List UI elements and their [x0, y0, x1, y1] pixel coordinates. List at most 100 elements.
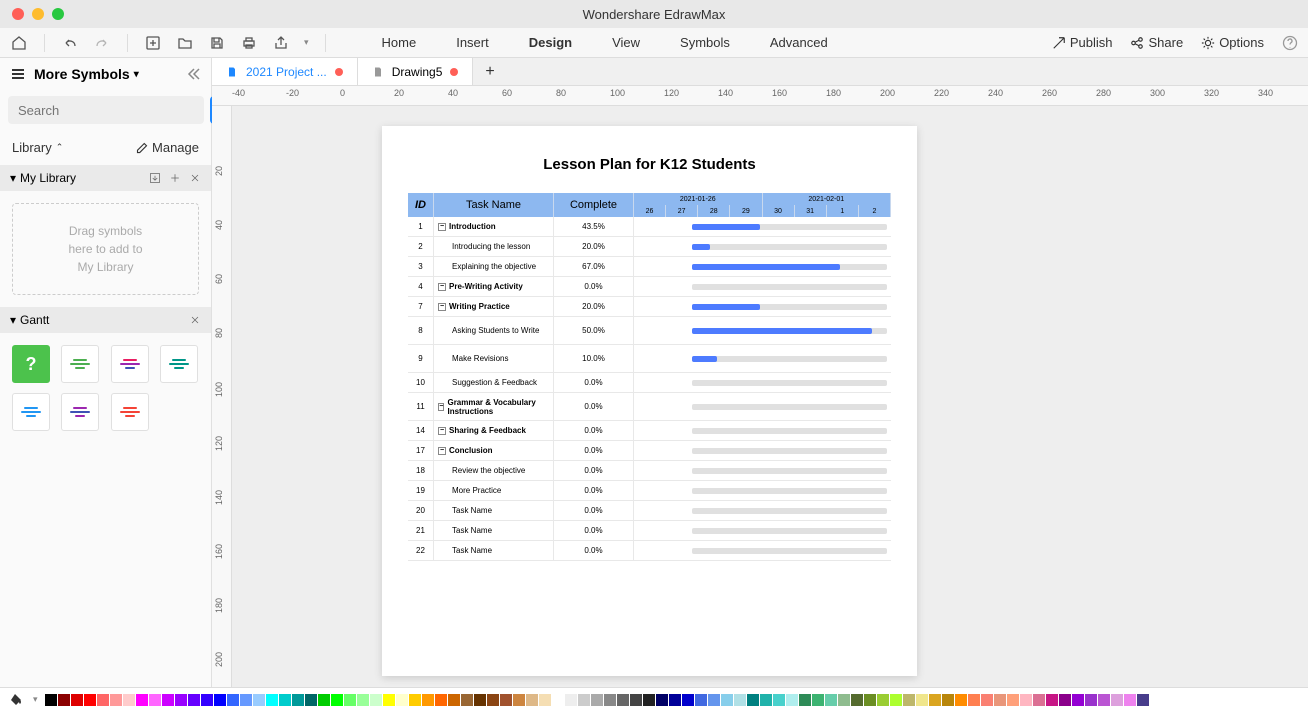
gantt-row[interactable]: 7−Writing Practice20.0%: [408, 297, 891, 317]
color-swatch[interactable]: [266, 694, 278, 706]
color-swatch[interactable]: [240, 694, 252, 706]
redo-icon[interactable]: [93, 34, 111, 52]
color-swatch[interactable]: [643, 694, 655, 706]
color-swatch[interactable]: [214, 694, 226, 706]
expand-icon[interactable]: −: [438, 283, 446, 291]
color-swatch[interactable]: [97, 694, 109, 706]
gantt-shape[interactable]: [61, 345, 99, 383]
color-swatch[interactable]: [773, 694, 785, 706]
color-swatch[interactable]: [1059, 694, 1071, 706]
gantt-row[interactable]: 4−Pre-Writing Activity0.0%: [408, 277, 891, 297]
color-dropdown[interactable]: ▾: [33, 694, 38, 705]
color-swatch[interactable]: [682, 694, 694, 706]
manage-button[interactable]: Manage: [136, 140, 199, 155]
color-swatch[interactable]: [591, 694, 603, 706]
color-swatch[interactable]: [669, 694, 681, 706]
home-icon[interactable]: [10, 34, 28, 52]
color-swatch[interactable]: [422, 694, 434, 706]
color-swatch[interactable]: [578, 694, 590, 706]
gantt-row[interactable]: 22Task Name0.0%: [408, 541, 891, 561]
color-swatch[interactable]: [890, 694, 902, 706]
gantt-shape[interactable]: [160, 345, 198, 383]
color-swatch[interactable]: [227, 694, 239, 706]
gantt-row[interactable]: 2Introducing the lesson20.0%: [408, 237, 891, 257]
gantt-row[interactable]: 8Asking Students to Write50.0%: [408, 317, 891, 345]
color-swatch[interactable]: [877, 694, 889, 706]
canvas[interactable]: Lesson Plan for K12 Students ID Task Nam…: [232, 106, 1308, 687]
print-icon[interactable]: [240, 34, 258, 52]
color-swatch[interactable]: [513, 694, 525, 706]
sidebar-title[interactable]: More Symbols ▾: [34, 66, 177, 82]
color-swatch[interactable]: [981, 694, 993, 706]
color-swatch[interactable]: [1124, 694, 1136, 706]
color-swatch[interactable]: [1020, 694, 1032, 706]
export-dropdown[interactable]: ▾: [304, 37, 309, 48]
color-swatch[interactable]: [136, 694, 148, 706]
color-swatch[interactable]: [552, 694, 564, 706]
color-swatch[interactable]: [1046, 694, 1058, 706]
color-swatch[interactable]: [656, 694, 668, 706]
color-swatch[interactable]: [786, 694, 798, 706]
color-swatch[interactable]: [994, 694, 1006, 706]
color-swatch[interactable]: [292, 694, 304, 706]
color-swatch[interactable]: [539, 694, 551, 706]
color-swatch[interactable]: [110, 694, 122, 706]
options-button[interactable]: Options: [1201, 35, 1264, 50]
color-swatch[interactable]: [955, 694, 967, 706]
color-swatch[interactable]: [1137, 694, 1149, 706]
search-input[interactable]: [8, 96, 204, 124]
color-swatch[interactable]: [851, 694, 863, 706]
color-swatch[interactable]: [1085, 694, 1097, 706]
color-swatch[interactable]: [448, 694, 460, 706]
gantt-row[interactable]: 18Review the objective0.0%: [408, 461, 891, 481]
expand-icon[interactable]: −: [438, 223, 446, 231]
color-swatch[interactable]: [149, 694, 161, 706]
color-swatch[interactable]: [474, 694, 486, 706]
color-swatch[interactable]: [344, 694, 356, 706]
menu-tab-insert[interactable]: Insert: [456, 35, 489, 50]
add-tab-button[interactable]: +: [473, 58, 506, 85]
color-swatch[interactable]: [799, 694, 811, 706]
gantt-row[interactable]: 9Make Revisions10.0%: [408, 345, 891, 373]
color-swatch[interactable]: [838, 694, 850, 706]
gantt-section-header[interactable]: ▾Gantt: [0, 307, 211, 333]
export-icon[interactable]: [272, 34, 290, 52]
color-swatch[interactable]: [435, 694, 447, 706]
gantt-shape[interactable]: [111, 393, 149, 431]
color-swatch[interactable]: [1072, 694, 1084, 706]
publish-button[interactable]: Publish: [1052, 35, 1113, 50]
color-swatch[interactable]: [526, 694, 538, 706]
gantt-shape[interactable]: [61, 393, 99, 431]
color-swatch[interactable]: [175, 694, 187, 706]
gantt-row[interactable]: 21Task Name0.0%: [408, 521, 891, 541]
gantt-row[interactable]: 17−Conclusion0.0%: [408, 441, 891, 461]
color-swatch[interactable]: [383, 694, 395, 706]
color-swatch[interactable]: [396, 694, 408, 706]
color-swatch[interactable]: [461, 694, 473, 706]
color-swatch[interactable]: [903, 694, 915, 706]
color-swatch[interactable]: [279, 694, 291, 706]
menu-tab-home[interactable]: Home: [382, 35, 417, 50]
new-icon[interactable]: [144, 34, 162, 52]
color-swatch[interactable]: [734, 694, 746, 706]
document-tab[interactable]: Drawing5: [358, 58, 474, 85]
color-swatch[interactable]: [58, 694, 70, 706]
color-swatch[interactable]: [708, 694, 720, 706]
gantt-row[interactable]: 14−Sharing & Feedback0.0%: [408, 421, 891, 441]
color-swatch[interactable]: [487, 694, 499, 706]
color-swatch[interactable]: [331, 694, 343, 706]
color-swatch[interactable]: [201, 694, 213, 706]
color-swatch[interactable]: [617, 694, 629, 706]
expand-icon[interactable]: −: [438, 447, 446, 455]
color-swatch[interactable]: [630, 694, 642, 706]
help-shape[interactable]: ?: [12, 345, 50, 383]
gantt-row[interactable]: 3Explaining the objective67.0%: [408, 257, 891, 277]
color-swatch[interactable]: [162, 694, 174, 706]
expand-icon[interactable]: −: [438, 303, 446, 311]
color-swatch[interactable]: [1007, 694, 1019, 706]
color-swatch[interactable]: [188, 694, 200, 706]
color-swatch[interactable]: [123, 694, 135, 706]
save-icon[interactable]: [208, 34, 226, 52]
color-swatch[interactable]: [500, 694, 512, 706]
menu-tab-symbols[interactable]: Symbols: [680, 35, 730, 50]
